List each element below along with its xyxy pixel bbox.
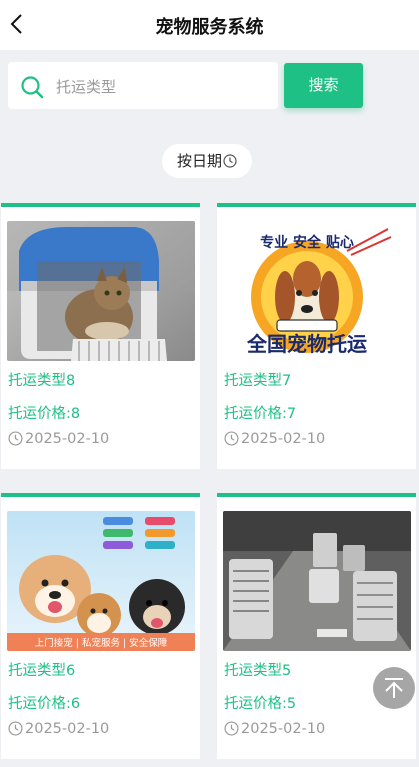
sort-by-date-button[interactable]: 按日期 — [162, 144, 252, 178]
image-banner-text: 上门接宠 | 私宠服务 | 安全保障 — [35, 637, 168, 649]
pet-transport-poster-image: 专业 安全 贴心 全国宠物托运 — [223, 221, 411, 361]
clock-icon — [224, 721, 239, 736]
card-price: 托运价格:7 — [224, 406, 297, 422]
clock-icon — [8, 721, 23, 736]
back-to-top-button[interactable] — [373, 667, 415, 709]
card-price: 托运价格:6 — [8, 696, 81, 712]
page-title: 宠物服务系统 — [155, 17, 264, 38]
service-card[interactable]: 上门接宠 | 私宠服务 | 安全保障 托运类型6 托运价格:6 2025-02-… — [1, 493, 200, 759]
sort-label: 按日期 — [176, 152, 222, 170]
poster-top-text: 专业 安全 贴心 — [260, 234, 354, 251]
card-type: 托运类型8 — [8, 373, 76, 389]
card-type: 托运类型6 — [8, 663, 76, 679]
card-date: 2025-02-10 — [241, 431, 326, 447]
clock-icon — [8, 431, 23, 446]
card-date: 2025-02-10 — [25, 721, 110, 737]
clock-icon — [224, 431, 239, 446]
card-price: 托运价格:8 — [8, 406, 81, 422]
card-price: 托运价格:5 — [224, 696, 297, 712]
card-type: 托运类型7 — [224, 373, 292, 389]
card-date-row: 2025-02-10 — [8, 721, 109, 737]
search-input[interactable] — [54, 70, 273, 103]
airport-crates-image — [223, 511, 411, 651]
search-icon — [21, 76, 44, 99]
clock-icon — [223, 154, 237, 168]
dogs-service-image: 上门接宠 | 私宠服务 | 安全保障 — [7, 511, 195, 651]
service-card[interactable]: 专业 安全 贴心 全国宠物托运 托运类型7 托运价格:7 2025-02-10 — [217, 203, 416, 469]
back-to-top-icon — [385, 678, 403, 698]
service-card[interactable]: 托运类型5 托运价格:5 2025-02-10 — [217, 493, 416, 759]
poster-bottom-text: 全国宠物托运 — [246, 332, 367, 356]
card-type: 托运类型5 — [224, 663, 292, 679]
service-card[interactable]: 托运类型8 托运价格:8 2025-02-10 — [1, 203, 200, 469]
search-box[interactable] — [8, 62, 278, 109]
search-button[interactable]: 搜索 — [284, 63, 363, 108]
pet-carrier-cat-image — [7, 221, 195, 361]
top-bar: 宠物服务系统 — [0, 0, 419, 50]
card-date-row: 2025-02-10 — [8, 431, 109, 447]
card-date-row: 2025-02-10 — [224, 431, 325, 447]
card-date-row: 2025-02-10 — [224, 721, 325, 737]
card-date: 2025-02-10 — [25, 431, 110, 447]
card-date: 2025-02-10 — [241, 721, 326, 737]
